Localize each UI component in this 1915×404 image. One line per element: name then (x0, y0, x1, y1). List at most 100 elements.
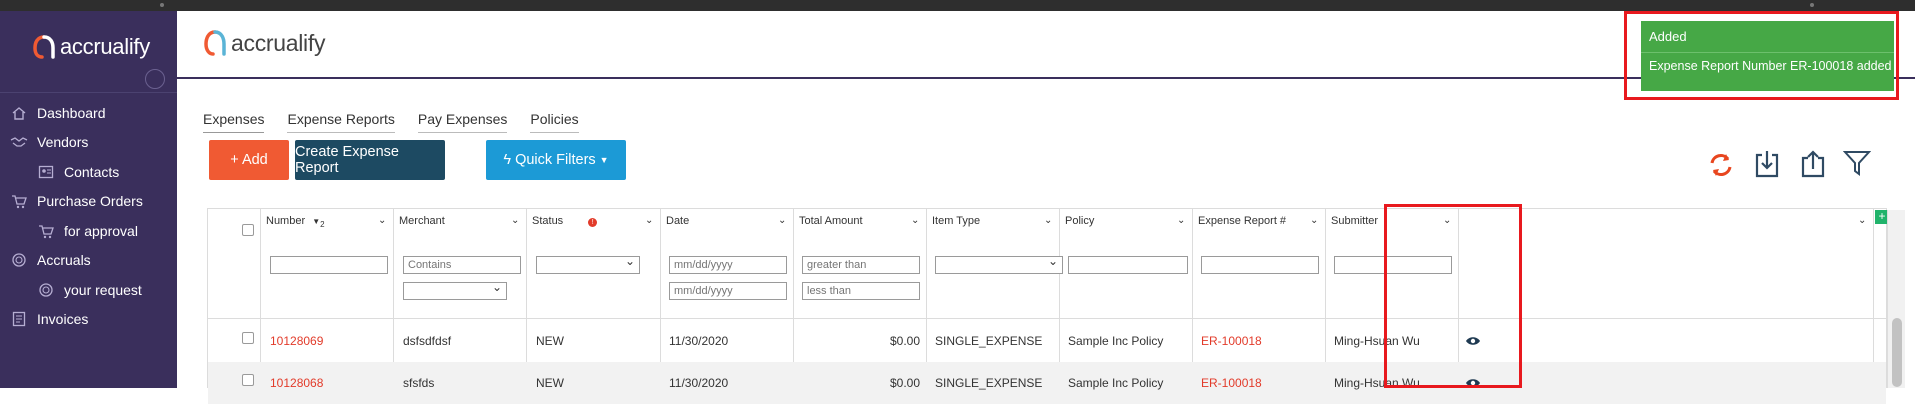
info-icon: ! (588, 218, 598, 227)
chevron-down-icon[interactable]: ⌄ (511, 215, 519, 226)
collapse-sidebar-button[interactable] (145, 69, 165, 89)
column-header-status[interactable]: Status ! (532, 215, 598, 227)
table-row[interactable]: 10128068 sfsfds NEW 11/30/2020 $0.00 SIN… (208, 362, 1886, 404)
tab-policies[interactable]: Policies (530, 111, 579, 133)
amount-greater-input[interactable] (802, 256, 920, 274)
expense-report-filter-input[interactable] (1201, 256, 1319, 274)
column-label: Status (532, 215, 564, 227)
chevron-down-icon[interactable]: ⌄ (378, 215, 386, 226)
browser-top-strip (0, 0, 1915, 11)
expense-number-link[interactable]: 10128069 (270, 334, 323, 348)
quick-filters-button[interactable]: ϟ Quick Filters ▼ (486, 140, 626, 180)
add-button[interactable]: + Add (209, 140, 289, 180)
sidebar-logo[interactable]: accrualify (32, 31, 150, 63)
home-icon (10, 105, 28, 121)
contact-card-icon (37, 164, 55, 180)
column-label: Number (266, 215, 306, 227)
expense-report-link[interactable]: ER-100018 (1201, 334, 1262, 348)
sort-order: 2 (320, 220, 325, 230)
select-all-checkbox[interactable] (242, 224, 254, 236)
item-type-cell: SINGLE_EXPENSE (935, 334, 1043, 348)
chevron-down-icon[interactable]: ⌄ (778, 215, 786, 226)
sidebar-item-your-request[interactable]: your request (0, 275, 177, 305)
item-type-filter-select[interactable] (935, 254, 1063, 274)
sidebar-item-vendors[interactable]: Vendors (0, 127, 177, 157)
upload-icon[interactable] (1800, 149, 1826, 179)
chevron-down-icon[interactable]: ⌄ (1310, 215, 1318, 226)
expense-report-column-highlight (1384, 204, 1522, 388)
column-header-policy[interactable]: Policy (1065, 215, 1094, 227)
invoice-icon (10, 311, 28, 327)
sidebar-brand-name: accrualify (60, 34, 150, 59)
amount-less-input[interactable] (802, 282, 920, 300)
table-scrollbar[interactable] (1887, 210, 1905, 388)
sidebar-item-contacts[interactable]: Contacts (0, 157, 177, 187)
sidebar-item-label: Dashboard (37, 105, 106, 121)
sidebar-item-invoices[interactable]: Invoices (0, 304, 177, 334)
policy-filter-input[interactable] (1068, 256, 1188, 274)
merchant-filter-select[interactable] (403, 280, 507, 300)
tab-expenses[interactable]: Expenses (203, 111, 265, 133)
cart-icon (10, 193, 28, 209)
total-amount-cell: $0.00 (889, 334, 920, 348)
sidebar-divider (0, 92, 177, 93)
column-header-item-type[interactable]: Item Type (932, 215, 980, 227)
table-row[interactable]: 10128069 dsfsdfdsf NEW 11/30/2020 $0.00 … (208, 320, 1886, 362)
chevron-down-icon[interactable]: ⌄ (1177, 215, 1185, 226)
status-filter-select[interactable] (536, 254, 640, 274)
sidebar-item-accruals[interactable]: Accruals (0, 245, 177, 275)
column-header-expense-report[interactable]: Expense Report # (1198, 215, 1286, 227)
scrollbar-thumb[interactable] (1892, 318, 1902, 387)
date-from-input[interactable] (669, 256, 787, 274)
column-header-date[interactable]: Date (666, 215, 689, 227)
header-logo[interactable]: accrualify (203, 29, 325, 57)
tab-pay-expenses[interactable]: Pay Expenses (417, 111, 508, 133)
coins-icon (10, 252, 28, 268)
bolt-icon: ϟ (503, 152, 512, 168)
accrualify-logo-icon (33, 35, 55, 59)
policy-cell: Sample Inc Policy (1068, 334, 1164, 348)
refresh-icon[interactable] (1708, 152, 1734, 178)
row-checkbox[interactable] (242, 374, 254, 386)
window-dot (160, 3, 164, 7)
chevron-down-icon[interactable]: ⌄ (645, 215, 653, 226)
number-filter-input[interactable] (270, 256, 388, 274)
create-expense-report-button[interactable]: Create Expense Report (295, 140, 445, 180)
sidebar-item-label: Vendors (37, 134, 89, 150)
sidebar-item-label: Purchase Orders (37, 193, 143, 209)
caret-down-icon: ▼ (599, 155, 609, 165)
header-brand-name: accrualify (231, 29, 326, 56)
filter-icon[interactable] (1843, 150, 1871, 176)
sidebar: accrualify Dashboard Vendors Contacts Pu… (0, 11, 177, 388)
column-header-number[interactable]: Number ▼2 (266, 215, 325, 229)
coin-icon (37, 282, 55, 298)
date-cell: 11/30/2020 (669, 334, 729, 348)
sort-desc-icon: ▼ (312, 217, 321, 226)
sidebar-item-label: Invoices (37, 311, 89, 327)
expenses-table: Number ▼2 ⌄ Merchant ⌄ Status ! ⌄ Date ⌄… (207, 208, 1887, 404)
tab-expense-reports[interactable]: Expense Reports (287, 111, 395, 133)
status-cell: NEW (536, 334, 564, 348)
quick-filters-label: Quick Filters (515, 152, 596, 168)
sidebar-item-for-approval[interactable]: for approval (0, 216, 177, 246)
handshake-icon (10, 134, 28, 150)
expense-tabs: Expenses Expense Reports Pay Expenses Po… (203, 111, 602, 133)
sidebar-item-purchase-orders[interactable]: Purchase Orders (0, 186, 177, 216)
column-header-submitter[interactable]: Submitter (1331, 215, 1378, 227)
sidebar-item-label: Accruals (37, 252, 91, 268)
chevron-down-icon[interactable]: ⌄ (1858, 215, 1866, 226)
accrualify-logo-icon (204, 30, 226, 56)
row-checkbox[interactable] (242, 332, 254, 344)
toast-highlight-box (1624, 11, 1899, 100)
column-header-total-amount[interactable]: Total Amount (799, 215, 863, 227)
merchant-filter-input[interactable] (403, 256, 521, 274)
date-to-input[interactable] (669, 282, 787, 300)
chevron-down-icon[interactable]: ⌄ (1044, 215, 1052, 226)
download-icon[interactable] (1754, 149, 1780, 179)
sidebar-item-label: your request (64, 282, 142, 298)
column-header-merchant[interactable]: Merchant (399, 215, 445, 227)
sidebar-item-label: Contacts (64, 164, 120, 180)
sidebar-item-dashboard[interactable]: Dashboard (0, 98, 177, 128)
chevron-down-icon[interactable]: ⌄ (911, 215, 919, 226)
cart-check-icon (37, 223, 55, 239)
